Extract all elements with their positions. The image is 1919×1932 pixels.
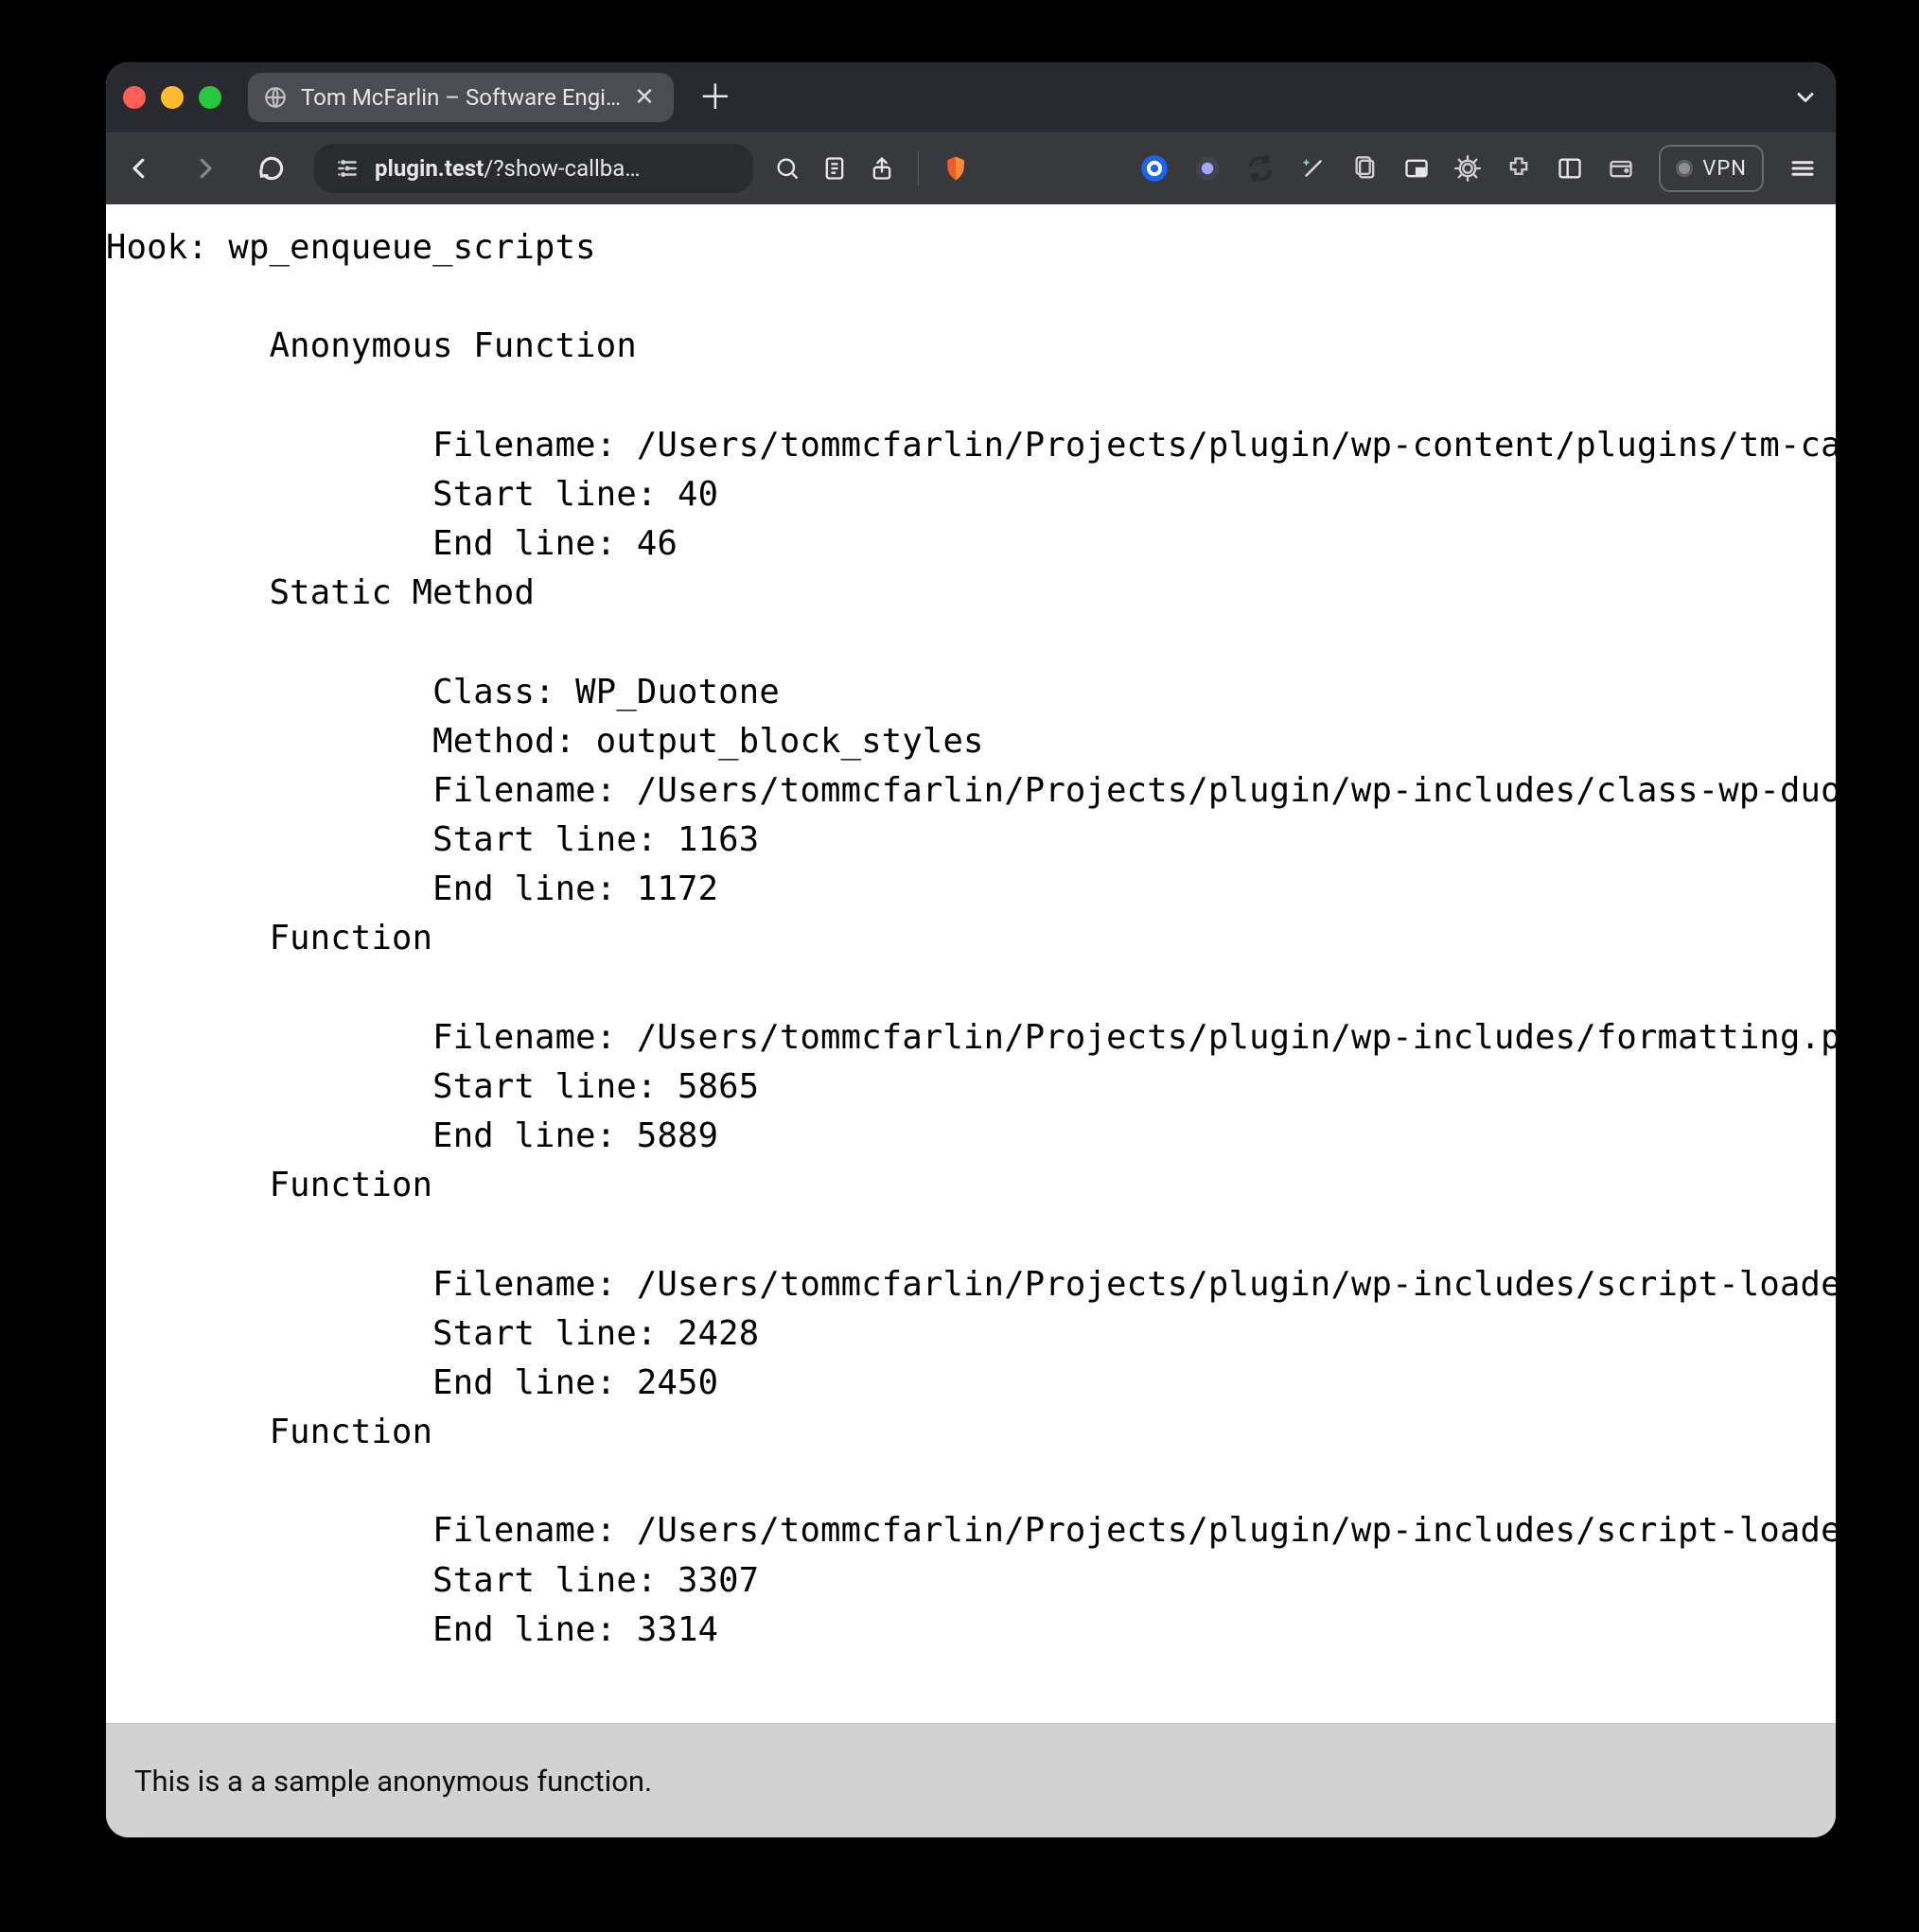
menu-icon[interactable] [1788, 154, 1817, 183]
wallet-icon[interactable] [1608, 155, 1634, 182]
close-window-button[interactable] [123, 86, 146, 109]
wand-icon[interactable] [1299, 154, 1328, 183]
close-tab-button[interactable]: ✕ [634, 83, 655, 112]
window-controls [123, 86, 221, 109]
nav-buttons [125, 154, 286, 183]
tab-list-chevron-icon[interactable] [1792, 84, 1819, 111]
page-text: Hook: wp_enqueue_scripts Anonymous Funct… [106, 204, 1836, 1655]
caption-bar: This is a a sample anonymous function. [106, 1723, 1836, 1837]
share-icon[interactable] [869, 155, 895, 182]
clipboard-icon[interactable] [1352, 155, 1379, 182]
brave-shields-icon[interactable] [942, 154, 970, 183]
maximize-window-button[interactable] [199, 86, 221, 109]
back-button[interactable] [125, 154, 153, 183]
password-manager-icon[interactable] [1140, 154, 1169, 183]
globe-icon [263, 85, 288, 110]
browser-window: Tom McFarlin – Software Engi… ✕ ＋ p [106, 62, 1836, 1837]
bug-icon[interactable] [1454, 155, 1481, 182]
vpn-label: VPN [1702, 157, 1747, 181]
page-viewport[interactable]: Hook: wp_enqueue_scripts Anonymous Funct… [106, 204, 1836, 1723]
forward-button[interactable] [191, 154, 220, 183]
minimize-window-button[interactable] [161, 86, 184, 109]
sidebar-icon[interactable] [1557, 155, 1583, 182]
new-tab-button[interactable]: ＋ [698, 80, 732, 114]
url-host: plugin.test [375, 155, 484, 182]
url-path: /?show-callba… [484, 155, 640, 182]
reader-mode-icon[interactable] [821, 155, 848, 182]
extension-circle-icon[interactable] [1193, 154, 1222, 183]
toolbar-separator [918, 151, 919, 185]
extensions-icon[interactable] [1505, 155, 1532, 182]
pip-icon[interactable] [1403, 155, 1430, 182]
caption-text: This is a a sample anonymous function. [134, 1764, 652, 1799]
browser-tab[interactable]: Tom McFarlin – Software Engi… ✕ [248, 73, 674, 122]
toolbar-right: VPN [1140, 145, 1817, 192]
site-settings-icon[interactable] [335, 156, 360, 181]
vpn-status-dot [1676, 160, 1693, 177]
reload-button[interactable] [257, 154, 286, 183]
url-text: plugin.test/?show-callba… [375, 155, 640, 182]
sync-icon[interactable] [1246, 154, 1275, 183]
address-bar[interactable]: plugin.test/?show-callba… [314, 144, 753, 193]
tab-title: Tom McFarlin – Software Engi… [301, 84, 621, 111]
tab-strip: Tom McFarlin – Software Engi… ✕ ＋ [106, 62, 1836, 132]
browser-toolbar: plugin.test/?show-callba… [106, 132, 1836, 204]
zoom-icon[interactable] [774, 155, 801, 182]
vpn-button[interactable]: VPN [1659, 145, 1764, 192]
